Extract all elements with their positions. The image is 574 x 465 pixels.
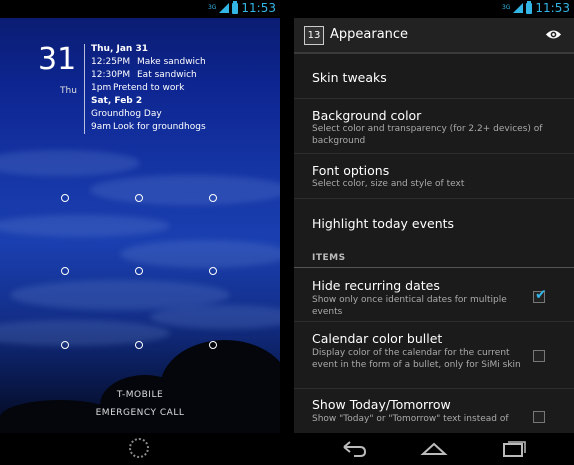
page-title: Appearance bbox=[330, 27, 409, 42]
event-time: 1pm bbox=[91, 83, 112, 93]
recent-apps-icon[interactable] bbox=[500, 439, 528, 459]
pref-calendar-bullet[interactable]: Calendar color bullet Display color of t… bbox=[294, 322, 574, 389]
checkbox-checked[interactable]: ✔ bbox=[533, 287, 547, 303]
event-row: Groundhog Day bbox=[91, 108, 261, 121]
pattern-dot[interactable] bbox=[61, 341, 69, 349]
spinner-icon bbox=[129, 438, 149, 458]
cloud-decoration bbox=[90, 175, 280, 205]
network-type-label: 3G bbox=[207, 4, 217, 11]
status-time: 11:53 bbox=[535, 1, 570, 15]
pattern-dot[interactable] bbox=[135, 341, 143, 349]
lock-screen: 3G 11:53 31 Thu Thu, Jan 31 12:25PM Make … bbox=[0, 0, 280, 465]
cloud-decoration bbox=[0, 150, 140, 176]
eye-icon[interactable] bbox=[545, 28, 562, 41]
event-time: 12:30PM bbox=[91, 70, 131, 80]
pref-show-today-tomorrow[interactable]: Show Today/Tomorrow Show "Today" or "Tom… bbox=[294, 389, 574, 435]
settings-screen: 3G 11:53 13 Appearance Skin tweaks Backg… bbox=[294, 0, 574, 465]
pref-highlight-today[interactable]: Highlight today events bbox=[294, 199, 574, 248]
event-list: Thu, Jan 31 12:25PM Make sandwich 12:30PM… bbox=[91, 43, 261, 134]
status-bar: 3G 11:53 bbox=[0, 0, 280, 18]
pref-summary: Show only once identical dates for multi… bbox=[312, 295, 507, 317]
status-time: 11:53 bbox=[241, 1, 276, 15]
pattern-dot[interactable] bbox=[61, 194, 69, 202]
event-title: Make sandwich bbox=[137, 57, 206, 67]
pref-summary: Select color, size and style of text bbox=[312, 179, 465, 189]
section-header-items: ITEMS bbox=[294, 250, 574, 268]
pref-summary: Display color of the calendar for the cu… bbox=[312, 348, 521, 370]
signal-icon bbox=[219, 3, 230, 13]
cloud-decoration bbox=[0, 320, 170, 346]
event-title: Look for groundhogs bbox=[113, 122, 206, 132]
event-row: 12:30PM Eat sandwich bbox=[91, 69, 261, 82]
battery-icon bbox=[526, 0, 533, 14]
status-bar: 3G 11:53 bbox=[294, 0, 574, 18]
cloud-decoration bbox=[150, 305, 280, 329]
pref-skin-tweaks[interactable]: Skin tweaks bbox=[294, 56, 574, 99]
pref-title: Show Today/Tomorrow bbox=[312, 397, 451, 412]
cloud-decoration bbox=[120, 240, 280, 268]
pref-font-options[interactable]: Font options Select color, size and styl… bbox=[294, 154, 574, 199]
checkbox-unchecked[interactable] bbox=[533, 350, 545, 362]
navigation-bar bbox=[294, 433, 574, 465]
signal-icon bbox=[513, 3, 524, 13]
back-icon[interactable] bbox=[340, 439, 368, 459]
pattern-dot[interactable] bbox=[209, 341, 217, 349]
date-header: Sat, Feb 2 bbox=[91, 96, 143, 106]
pattern-dot[interactable] bbox=[61, 267, 69, 275]
event-time: 9am bbox=[91, 122, 112, 132]
pref-summary: Show "Today" or "Tomorrow" text instead … bbox=[312, 414, 509, 424]
widget-divider bbox=[84, 44, 85, 134]
home-icon[interactable] bbox=[420, 439, 448, 459]
action-bar: 13 Appearance bbox=[294, 18, 574, 54]
pref-title: Skin tweaks bbox=[312, 70, 387, 85]
pref-title: Hide recurring dates bbox=[312, 278, 440, 293]
event-row: 12:25PM Make sandwich bbox=[91, 56, 261, 69]
network-type-label: 3G bbox=[501, 4, 511, 11]
event-title: Groundhog Day bbox=[91, 109, 162, 119]
pattern-dot[interactable] bbox=[209, 194, 217, 202]
checkbox-unchecked[interactable] bbox=[533, 411, 545, 423]
day-name: Thu bbox=[60, 86, 77, 96]
pref-title: Background color bbox=[312, 108, 422, 123]
app-icon[interactable]: 13 bbox=[304, 26, 324, 45]
event-title: Eat sandwich bbox=[137, 70, 197, 80]
pref-title: Calendar color bullet bbox=[312, 331, 443, 346]
pref-background-color[interactable]: Background color Select color and transp… bbox=[294, 99, 574, 154]
carrier-label: T-MOBILE bbox=[116, 390, 164, 400]
pattern-dot[interactable] bbox=[135, 267, 143, 275]
section-header-label: ITEMS bbox=[312, 253, 346, 263]
pref-summary: Select color and transparency (for 2.2+ … bbox=[312, 124, 543, 146]
event-row: 9am Look for groundhogs bbox=[91, 121, 261, 134]
event-time: 12:25PM bbox=[91, 57, 131, 67]
pref-title: Highlight today events bbox=[312, 216, 455, 231]
cloud-decoration bbox=[0, 215, 170, 237]
battery-icon bbox=[232, 0, 239, 14]
pattern-dot[interactable] bbox=[209, 267, 217, 275]
check-icon: ✔ bbox=[535, 287, 547, 303]
date-header: Thu, Jan 31 bbox=[91, 44, 148, 54]
day-number: 31 bbox=[38, 42, 77, 77]
pref-hide-recurring[interactable]: Hide recurring dates Show only once iden… bbox=[294, 269, 574, 322]
emergency-call-button[interactable]: EMERGENCY CALL bbox=[0, 408, 280, 418]
event-row: 1pm Pretend to work bbox=[91, 82, 261, 95]
pref-title: Font options bbox=[312, 163, 390, 178]
event-title: Pretend to work bbox=[113, 83, 185, 93]
pattern-dot[interactable] bbox=[135, 194, 143, 202]
